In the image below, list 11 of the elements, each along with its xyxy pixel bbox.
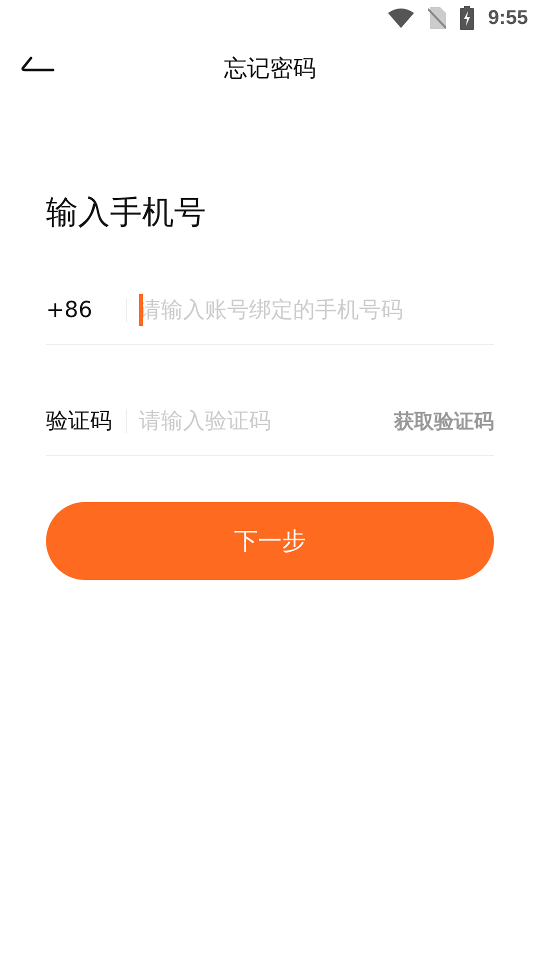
page-title: 忘记密码: [224, 54, 316, 84]
get-code-link[interactable]: 获取验证码: [394, 408, 494, 434]
status-time: 9:55: [488, 6, 528, 30]
back-icon[interactable]: [21, 56, 55, 74]
code-label: 验证码: [46, 408, 113, 436]
no-sim-icon: [428, 7, 446, 29]
country-code[interactable]: +86: [46, 298, 116, 322]
wifi-icon: [388, 8, 414, 28]
next-button[interactable]: 下一步: [46, 502, 494, 580]
battery-charging-icon: [460, 6, 474, 30]
section-heading: 输入手机号: [46, 192, 207, 233]
